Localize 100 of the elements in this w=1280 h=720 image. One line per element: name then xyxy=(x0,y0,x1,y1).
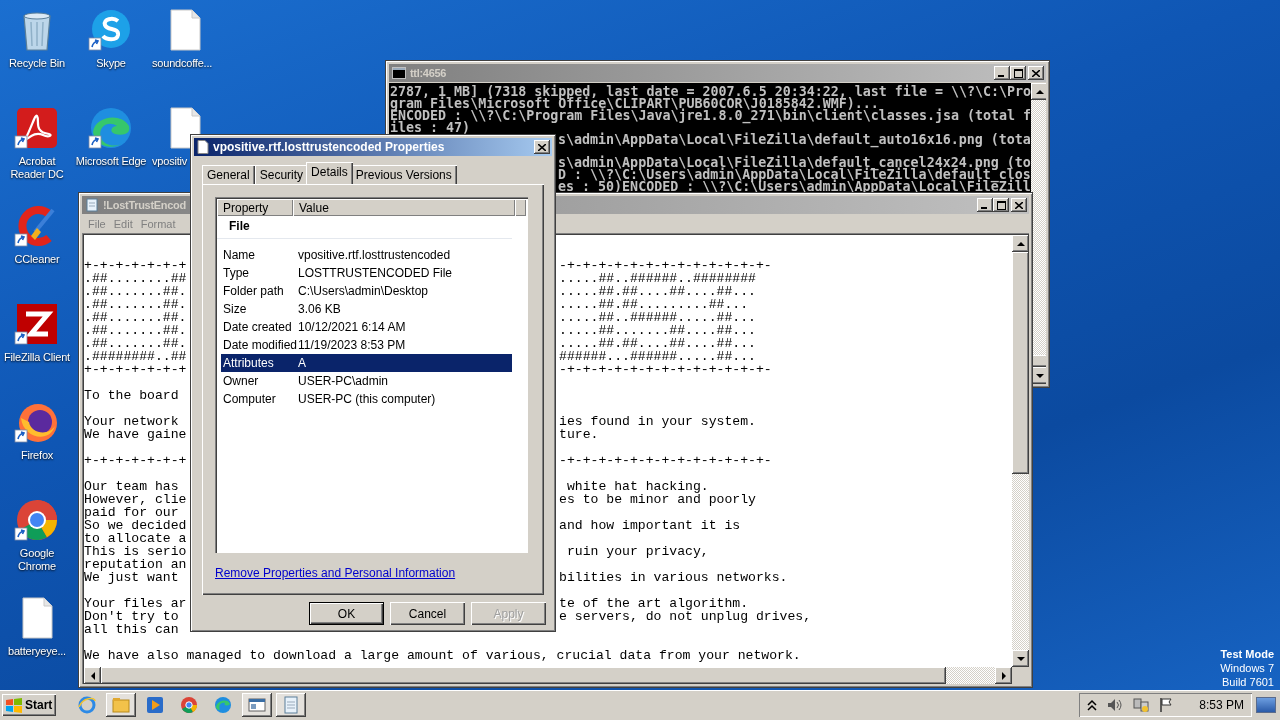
text-line: So we decided xyxy=(84,519,187,532)
text-line: .##.......##. xyxy=(84,285,187,298)
property-row[interactable]: Name vpositive.rtf.losttrustencoded xyxy=(221,246,512,264)
text-line: .....##..######..######## xyxy=(559,272,756,285)
text-line: reputation an xyxy=(84,558,187,571)
maximize-button[interactable] xyxy=(993,198,1009,212)
maximize-button[interactable] xyxy=(1010,66,1026,80)
text-line: .....##.##.........##... xyxy=(559,298,749,311)
size-grip[interactable] xyxy=(1012,667,1029,684)
text-line: ture. xyxy=(559,428,599,441)
text-line: However, clie xyxy=(84,493,187,506)
text-line: We have gaine xyxy=(84,428,187,441)
text-line: Your files ar xyxy=(84,597,187,610)
scroll-up-button[interactable] xyxy=(1031,83,1046,100)
chevron-up-icon[interactable] xyxy=(1087,699,1098,711)
text-line: To the board xyxy=(84,389,179,402)
desktop-icon[interactable]: FileZilla Client xyxy=(0,300,74,364)
property-row[interactable]: Owner USER-PC\admin xyxy=(221,372,512,390)
desktop-icon[interactable]: CCleaner xyxy=(0,202,74,266)
desktop-icon[interactable]: Skype xyxy=(74,6,148,70)
property-row[interactable]: Folder path C:\Users\admin\Desktop xyxy=(221,282,512,300)
tab[interactable]: Details xyxy=(306,162,353,184)
text-line: te of the art algorithm. xyxy=(559,597,749,610)
close-button[interactable] xyxy=(534,140,550,154)
scroll-up-button[interactable] xyxy=(1012,235,1029,252)
scroll-thumb[interactable] xyxy=(1012,252,1029,474)
up-arrow-icon xyxy=(1016,241,1025,246)
windows-logo-icon xyxy=(5,697,23,713)
close-button[interactable] xyxy=(1028,66,1044,80)
dialog-button[interactable]: Cancel xyxy=(390,602,465,625)
property-row[interactable]: Size 3.06 KB xyxy=(221,300,512,318)
text-line: .....##.......##....##... xyxy=(559,324,756,337)
scroll-left-button[interactable] xyxy=(84,667,101,684)
browser-icon xyxy=(213,695,234,715)
browser-icon xyxy=(77,695,98,715)
console-line: s\admin\AppData\Local\FileZilla\default_auto16x16.png (tota xyxy=(558,131,1031,147)
minimize-button[interactable] xyxy=(994,66,1010,80)
text-line: -+-+-+-+-+-+-+-+-+-+-+-+-+- xyxy=(559,363,772,376)
taskbar-button[interactable] xyxy=(276,693,307,717)
tab[interactable]: Previous Versions xyxy=(350,165,457,184)
text-line: -+-+-+-+-+-+-+-+-+-+-+-+-+- xyxy=(559,259,772,272)
scroll-right-button[interactable] xyxy=(995,667,1012,684)
close-icon xyxy=(538,143,546,151)
desktop-icon[interactable]: Recycle Bin xyxy=(0,6,74,70)
text-line: ies found in your system. xyxy=(559,415,756,428)
desktop-icon[interactable]: Firefox xyxy=(0,398,74,462)
desktop-icon[interactable]: Acrobat Reader DC xyxy=(0,104,74,181)
column-header[interactable]: Value xyxy=(293,199,515,216)
text-line: .....##.##....##....##... xyxy=(559,337,756,350)
window-title: ttl:4656 xyxy=(410,67,447,79)
text-line: ruin your privacy, xyxy=(565,545,709,558)
tab[interactable]: General xyxy=(202,165,255,184)
desktop-icon[interactable]: Microsoft Edge xyxy=(74,104,148,168)
vertical-scrollbar[interactable] xyxy=(1031,83,1046,384)
text-line: .##.......##. xyxy=(84,298,187,311)
dialog-button[interactable]: OK xyxy=(309,602,384,625)
close-button[interactable] xyxy=(1011,198,1027,212)
tab[interactable]: Security xyxy=(254,165,309,184)
taskbar-button[interactable] xyxy=(242,693,273,717)
property-row[interactable]: Type LOSTTRUSTENCODED File xyxy=(221,264,512,282)
desktop-notice: Test Mode xyxy=(1220,647,1274,661)
text-line: Your network xyxy=(84,415,179,428)
text-line: We just want xyxy=(84,571,179,584)
text-line: This is serio xyxy=(84,545,187,558)
down-arrow-icon xyxy=(1016,656,1025,661)
text-line: .....##..######.....##... xyxy=(559,311,756,324)
close-icon xyxy=(1015,201,1023,209)
browser-icon xyxy=(179,695,200,715)
desktop-icon[interactable]: soundcoffe... xyxy=(148,6,222,70)
down-arrow-icon xyxy=(1035,373,1044,378)
text-line: Our team has xyxy=(84,480,179,493)
text-line: .....##.##....##....##... xyxy=(559,285,756,298)
maximize-icon xyxy=(1013,68,1023,78)
clock[interactable]: 8:53 PM xyxy=(1199,698,1244,712)
text-line: white hat hacking. xyxy=(565,480,709,493)
window-icon xyxy=(247,695,268,715)
text-line: +-+-+-+-+-+-+ xyxy=(84,259,187,272)
flag-icon[interactable] xyxy=(1159,697,1174,713)
start-button[interactable]: Start xyxy=(2,694,57,716)
desktop-icon[interactable]: Google Chrome xyxy=(0,496,74,573)
property-row[interactable]: Computer USER-PC (this computer) xyxy=(221,390,512,408)
remove-properties-link[interactable]: Remove Properties and Personal Information xyxy=(215,566,456,580)
column-header[interactable]: Property xyxy=(217,199,293,216)
text-line: +-+-+-+-+-+-+ xyxy=(84,363,187,376)
taskbar-button[interactable] xyxy=(106,693,137,717)
speaker-icon[interactable] xyxy=(1107,698,1124,712)
property-row[interactable]: Attributes A xyxy=(221,354,512,372)
text-line: .##.......##. xyxy=(84,311,187,324)
desktop-icon[interactable]: batteryeye... xyxy=(0,594,74,658)
right-arrow-icon xyxy=(1001,671,1006,680)
property-row[interactable]: Date modified 11/19/2023 8:53 PM xyxy=(221,336,512,354)
text-line: e servers, do not unplug drives, xyxy=(559,610,812,623)
network-icon[interactable] xyxy=(1133,697,1150,713)
desktop-notice: Build 7601 xyxy=(1222,675,1274,689)
property-row[interactable]: Date created 10/12/2021 6:14 AM xyxy=(221,318,512,336)
maximize-icon xyxy=(996,200,1006,210)
text-line: and how important it is xyxy=(559,519,741,532)
vertical-scrollbar[interactable] xyxy=(1012,235,1029,667)
minimize-button[interactable] xyxy=(977,198,993,212)
scroll-down-button[interactable] xyxy=(1012,650,1029,667)
